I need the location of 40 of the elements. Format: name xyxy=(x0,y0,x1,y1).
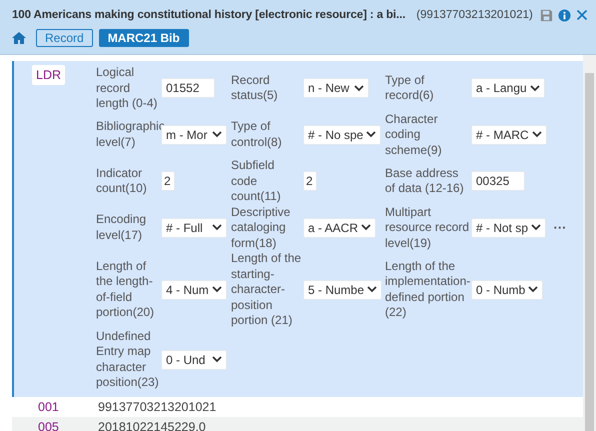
field-label: Length of the length-of-field portion(20) xyxy=(96,258,156,321)
dropdown[interactable]: 0 - Numb xyxy=(471,280,544,300)
field-value: 99137703213201021 xyxy=(98,400,216,414)
field-label: Undefined Entry map character position(23) xyxy=(96,328,160,390)
field-tag[interactable]: LDR xyxy=(32,65,66,85)
dropdown[interactable]: # - Not sp xyxy=(471,218,546,238)
field-label: Record status(5) xyxy=(231,72,279,104)
dropdown[interactable]: a - AACR xyxy=(303,218,376,238)
dropdown[interactable]: # - No spe xyxy=(303,124,382,145)
field-label: Multipart resource record level(19) xyxy=(385,204,470,251)
dropdown[interactable]: a - Langu xyxy=(471,78,545,98)
input-field[interactable]: 2 xyxy=(161,171,175,192)
field-label: Encoding level(17) xyxy=(96,212,148,244)
field-label: Type of control(8) xyxy=(231,119,283,150)
more-button[interactable]: ··· xyxy=(547,220,573,236)
field-tag[interactable]: 001 xyxy=(12,400,98,414)
field-label: Subfield code count(11) xyxy=(231,158,282,204)
dropdown[interactable]: # - MARC xyxy=(471,124,547,145)
input-field[interactable]: 2 xyxy=(303,171,317,192)
field-label: Character coding scheme(9) xyxy=(385,112,443,158)
field-label: Length of the implementation-defined portion (22) xyxy=(385,258,471,321)
view-tab[interactable]: MARC21 Bib xyxy=(98,29,189,47)
field-label: Type of record(6) xyxy=(385,72,435,104)
input-field[interactable]: 00325 xyxy=(471,171,525,192)
field-label: Base address of data (12-16) xyxy=(385,166,465,197)
field-value: 20181022145229.0 xyxy=(98,420,206,431)
dropdown[interactable]: n - New xyxy=(303,78,369,98)
field-tag[interactable]: 005 xyxy=(12,420,98,431)
dropdown[interactable]: # - Full xyxy=(161,218,227,238)
field-label: Logical record length (0-4) xyxy=(96,65,158,112)
record-id: (99137703213201021) xyxy=(416,9,534,21)
dropdown[interactable]: 4 - Num xyxy=(161,280,227,300)
field-label: Indicator count(10) xyxy=(96,166,148,197)
dropdown[interactable]: 5 - Numbe xyxy=(303,280,382,300)
field-label: Descriptive cataloging form(18) xyxy=(231,204,292,251)
input-field[interactable]: 01552 xyxy=(161,78,215,98)
dropdown[interactable]: 0 - Und xyxy=(161,350,227,370)
record-title: 100 Americans making constitutional history [electronic resource] : a bi... xyxy=(12,9,406,21)
field-label: Length of the starting-character-position portion (21) xyxy=(231,251,302,328)
dropdown[interactable]: m - Mor xyxy=(161,124,227,145)
